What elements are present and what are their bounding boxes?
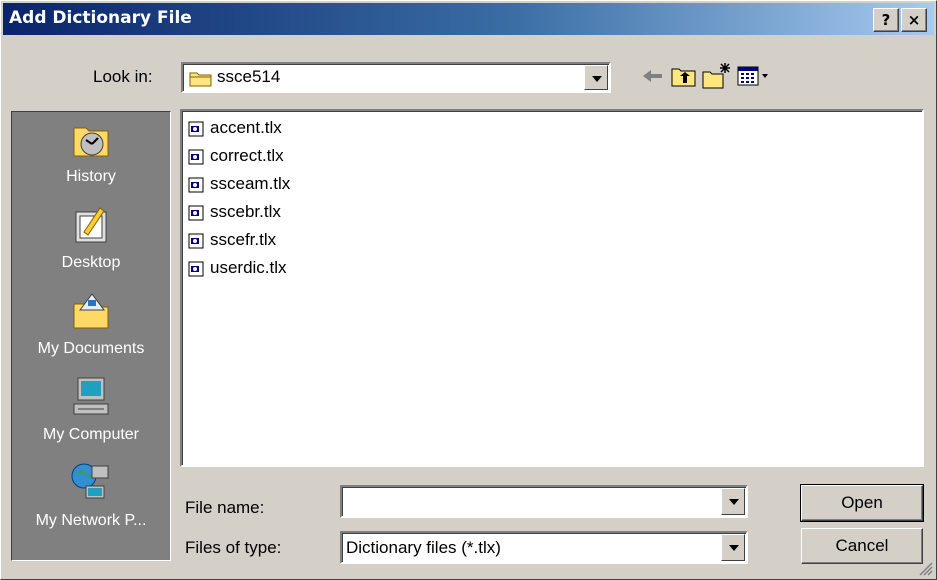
file-name: correct.tlx	[210, 146, 284, 165]
history-icon	[73, 127, 109, 157]
file-name-label: File name:	[185, 498, 265, 517]
file-name: ssceam.tlx	[210, 174, 291, 193]
my-computer-icon	[73, 377, 109, 415]
look-in-label: Look in:	[93, 67, 153, 86]
window-title: Add Dictionary File	[9, 8, 192, 28]
file-list[interactable]: accent.tlx correct.tlx ssceam.tlx sscebr…	[180, 109, 924, 467]
place-history[interactable]: History	[12, 116, 170, 202]
file-icon	[188, 121, 204, 137]
close-button[interactable]: ×	[901, 8, 927, 32]
help-button[interactable]: ?	[873, 8, 899, 32]
new-folder-icon[interactable]	[701, 61, 731, 91]
title-bar[interactable]: Add Dictionary File ? ×	[3, 3, 934, 35]
cancel-button[interactable]: Cancel	[801, 528, 923, 564]
up-folder-icon[interactable]	[669, 61, 699, 91]
desktop-icon	[75, 207, 107, 243]
place-desktop[interactable]: Desktop	[12, 202, 170, 288]
file-icon	[188, 149, 204, 165]
place-label: My Network P...	[35, 512, 147, 529]
place-label: My Computer	[42, 426, 140, 443]
resize-grip-icon[interactable]	[917, 560, 933, 576]
file-name: sscebr.tlx	[210, 202, 281, 221]
back-arrow-icon[interactable]	[637, 61, 667, 91]
file-name: userdic.tlx	[210, 258, 287, 277]
place-my-documents[interactable]: My Documents	[12, 288, 170, 374]
file-icon	[188, 177, 204, 193]
look-in-value: ssce514	[217, 67, 281, 86]
place-my-computer[interactable]: My Computer	[12, 374, 170, 460]
place-label: Desktop	[61, 254, 121, 271]
look-in-dropdown[interactable]: ssce514	[181, 62, 611, 93]
my-network-places-icon	[71, 463, 109, 499]
file-name-dropdown-button[interactable]	[721, 488, 745, 515]
place-label: History	[66, 168, 116, 185]
files-of-type-value: Dictionary files (*.tlx)	[346, 538, 501, 557]
my-documents-icon	[73, 293, 109, 329]
open-button[interactable]: Open	[800, 484, 924, 522]
file-icon	[188, 233, 204, 249]
places-bar: History Desktop My Documents My Computer…	[11, 111, 171, 561]
place-my-network-places[interactable]: My Network P...	[12, 460, 170, 546]
place-label: My Documents	[37, 340, 145, 357]
file-name-field[interactable]	[340, 485, 748, 518]
add-dictionary-file-dialog: Add Dictionary File ? × Look in: ssce514	[0, 0, 937, 580]
file-icon	[188, 261, 204, 277]
file-name: sscefr.tlx	[210, 230, 277, 249]
files-of-type-dropdown[interactable]: Dictionary files (*.tlx)	[340, 531, 748, 564]
file-icon	[188, 205, 204, 221]
look-in-dropdown-button[interactable]	[584, 65, 608, 90]
file-name: accent.tlx	[210, 118, 282, 137]
files-of-type-dropdown-button[interactable]	[721, 534, 745, 561]
folder-icon	[189, 72, 212, 87]
view-menu-icon[interactable]	[735, 61, 775, 91]
files-of-type-label: Files of type:	[185, 538, 282, 557]
